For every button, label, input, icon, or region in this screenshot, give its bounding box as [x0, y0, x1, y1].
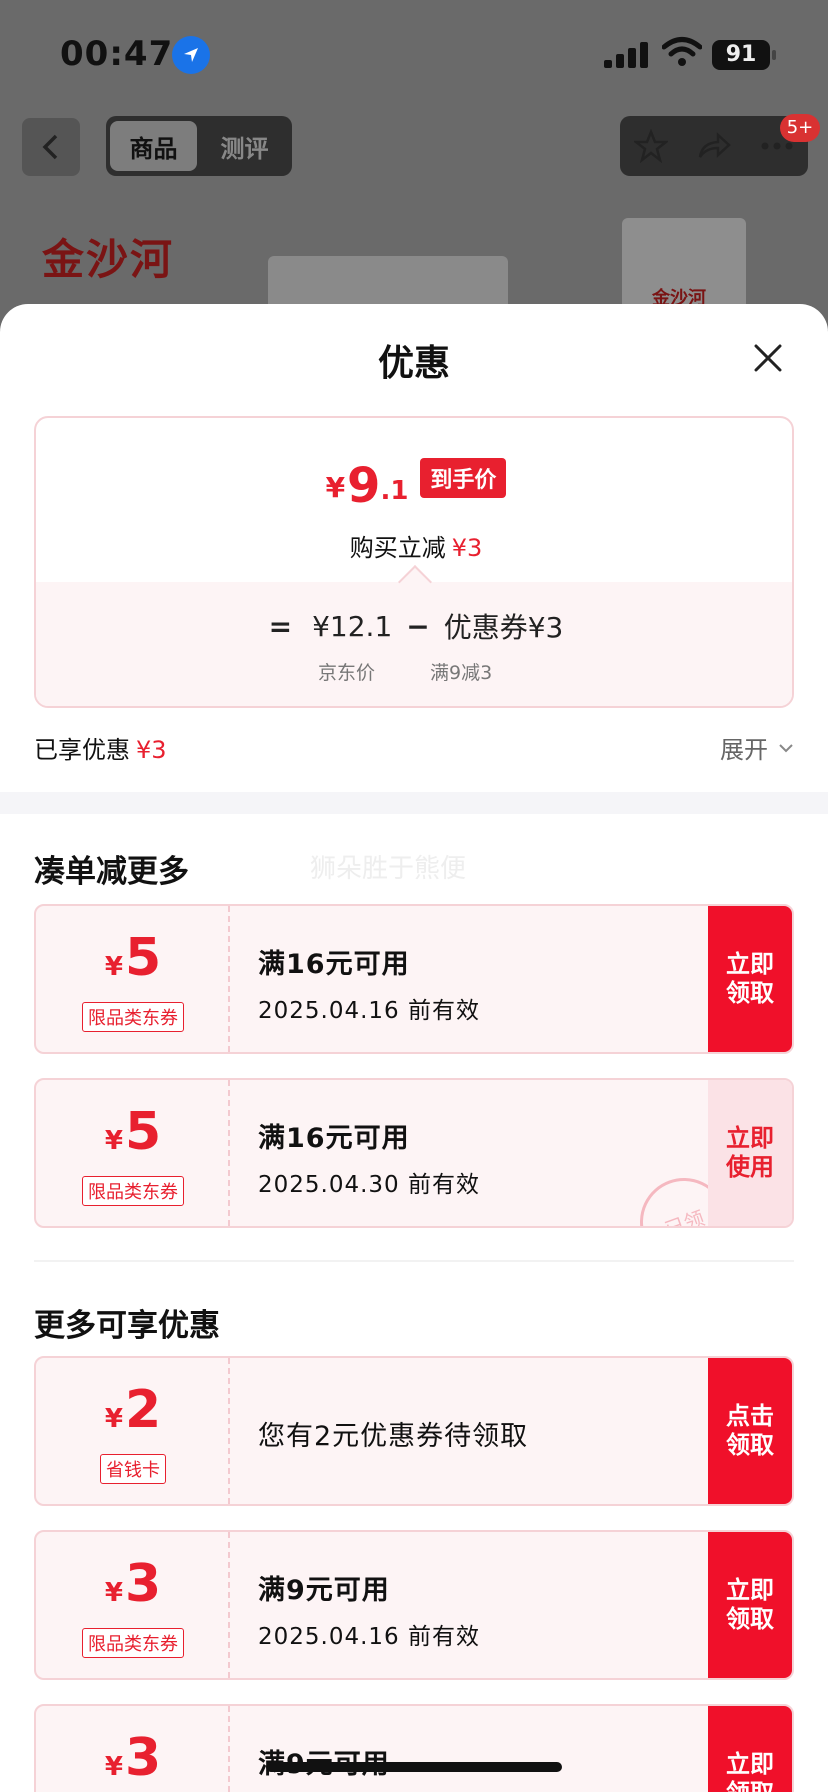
- claim-coupon-button[interactable]: 立即领取: [708, 1706, 792, 1792]
- formula-equals: =: [268, 609, 293, 643]
- coupon-value: 3: [124, 1728, 162, 1788]
- price-formula-area: = ¥12.1 − 优惠券¥3 京东价 满9减3: [36, 582, 792, 706]
- expand-label: 展开: [720, 736, 768, 764]
- jd-price: ¥12.1: [312, 609, 393, 643]
- section-title-combine: 凑单减更多: [34, 854, 189, 890]
- watermark-text: 狮朵胜于熊便: [310, 854, 467, 884]
- coupon-value-area: ¥5 限品类东券: [36, 906, 230, 1052]
- coupon-type-label: 限品类东券: [82, 1628, 184, 1658]
- more-icon[interactable]: [760, 141, 794, 151]
- tab-product[interactable]: 商品: [110, 121, 197, 171]
- discount-sheet: 优惠 ¥ 9 .1 到手价 购买立减 ¥3 = ¥12.1 − 优惠券¥3 京东价: [0, 304, 828, 1792]
- location-arrow-icon: [172, 36, 210, 74]
- coupon-value: 3: [124, 1554, 162, 1614]
- jd-price-label: 京东价: [318, 662, 376, 684]
- final-price-area: ¥ 9 .1 到手价 购买立减 ¥3: [36, 418, 792, 582]
- claim-coupon-button[interactable]: 立即领取: [708, 1532, 792, 1678]
- coupon-type: 限品类东券: [36, 1002, 230, 1032]
- formula-minus: −: [406, 609, 430, 643]
- battery-level: 91: [712, 40, 770, 70]
- price-formula: = ¥12.1 − 优惠券¥3: [36, 606, 792, 646]
- coupon-validity: 2025.04.16 前有效: [258, 998, 480, 1024]
- status-time: 00:47: [60, 34, 174, 74]
- instant-discount-label: 购买立减: [349, 534, 446, 562]
- coupon-value-area: ¥2 省钱卡: [36, 1358, 230, 1504]
- share-icon[interactable]: [696, 131, 732, 161]
- coupon-currency: ¥: [104, 1126, 123, 1156]
- enjoyed-discount-row: 已享优惠 ¥3 展开: [34, 730, 794, 770]
- close-icon[interactable]: [746, 336, 790, 380]
- coupon-condition: 满9元可用: [258, 1575, 390, 1606]
- coupon-amount: ¥3: [36, 1558, 230, 1610]
- final-price: ¥ 9 .1 到手价: [36, 458, 792, 514]
- section-title-more: 更多可享优惠: [34, 1308, 220, 1344]
- cellular-signal-icon: [604, 40, 648, 68]
- coupon-type-label: 省钱卡: [100, 1454, 166, 1484]
- coupon-value-area: ¥3 限品类东券: [36, 1532, 230, 1678]
- claim-coupon-button[interactable]: 点击领取: [708, 1358, 792, 1504]
- chevron-left-icon: [42, 134, 58, 160]
- price-decimal: .1: [380, 476, 409, 506]
- coupon-value: 5: [124, 1102, 162, 1162]
- coupon-amount: ¥2: [36, 1384, 230, 1436]
- star-icon[interactable]: [634, 129, 668, 163]
- coupon-value-area: ¥5 限品类东券: [36, 1080, 230, 1226]
- coupon-type: 限品类东券: [36, 1176, 230, 1206]
- coupon-rule-label: 满9减3: [430, 662, 493, 684]
- tab-review[interactable]: 测评: [201, 121, 288, 171]
- use-coupon-button[interactable]: 立即使用: [708, 1080, 792, 1226]
- coupon-type: 省钱卡: [36, 1454, 230, 1484]
- claim-coupon-button[interactable]: 立即领取: [708, 906, 792, 1052]
- wifi-icon: [661, 36, 703, 68]
- chevron-down-icon: [779, 743, 793, 752]
- final-price-tag: 到手价: [420, 458, 507, 498]
- coupon-details: 满16元可用 2025.04.16 前有效: [258, 942, 480, 1025]
- coupon-value: 5: [124, 928, 162, 988]
- coupon-card: ¥5 限品类东券 满16元可用 2025.04.16 前有效 立即领取: [34, 904, 794, 1054]
- coupon-currency: ¥: [104, 1752, 123, 1782]
- coupon-details: 满9元可用 2025.04.16 前有效: [258, 1568, 480, 1651]
- price-currency: ¥: [325, 471, 346, 504]
- coupon-value: 2: [124, 1380, 162, 1440]
- coupon-amount: ¥3: [36, 1732, 230, 1784]
- coupon-message: 您有2元优惠券待领取: [258, 1421, 529, 1452]
- instant-discount: 购买立减 ¥3: [36, 528, 792, 563]
- coupon-condition: 满16元可用: [258, 949, 410, 980]
- coupon-type: 限品类东券: [36, 1628, 230, 1658]
- coupon-validity: 2025.04.30 前有效: [258, 1172, 480, 1198]
- product-tabs: 商品 测评: [106, 116, 292, 176]
- coupon-details: 满16元可用 2025.04.30 前有效: [258, 1116, 480, 1199]
- coupon-currency: ¥: [104, 1404, 123, 1434]
- back-button[interactable]: [22, 118, 80, 176]
- battery-tip: [772, 50, 776, 60]
- background-product-page: 00:47 91 商品 测评 5+ 金沙河 金沙河: [0, 0, 828, 330]
- home-indicator[interactable]: [266, 1762, 562, 1772]
- price-integer: 9: [347, 458, 381, 514]
- coupon-card: ¥3 满9元可用 立即领取: [34, 1704, 794, 1792]
- coupon-card: ¥2 省钱卡 您有2元优惠券待领取 点击领取: [34, 1356, 794, 1506]
- coupon-amount: ¥5: [36, 932, 230, 984]
- coupon-condition: 满16元可用: [258, 1123, 410, 1154]
- coupon-validity: 2025.04.16 前有效: [258, 1624, 480, 1650]
- price-breakdown-card: ¥ 9 .1 到手价 购买立减 ¥3 = ¥12.1 − 优惠券¥3 京东价 满9…: [34, 416, 794, 708]
- coupon-type-label: 限品类东券: [82, 1176, 184, 1206]
- enjoyed-discount-amount: ¥3: [136, 736, 167, 764]
- coupon-type-label: 限品类东券: [82, 1002, 184, 1032]
- coupon-card: ¥3 限品类东券 满9元可用 2025.04.16 前有效 立即领取: [34, 1530, 794, 1680]
- expand-button[interactable]: 展开: [720, 730, 794, 765]
- coupon-card: ¥5 限品类东券 满16元可用 2025.04.30 前有效 已领 立即使用: [34, 1078, 794, 1228]
- coupon-deduction: 优惠券¥3: [443, 611, 564, 644]
- sheet-title: 优惠: [377, 343, 450, 384]
- enjoyed-discount-label: 已享优惠: [34, 736, 130, 764]
- brand-logo: 金沙河: [42, 235, 175, 284]
- section-separator: [34, 1260, 794, 1262]
- instant-discount-amount: ¥3: [451, 534, 483, 562]
- section-divider: [0, 792, 828, 814]
- coupon-currency: ¥: [104, 1578, 123, 1608]
- coupon-value-area: ¥3: [36, 1706, 230, 1792]
- coupon-amount: ¥5: [36, 1106, 230, 1158]
- coupon-currency: ¥: [104, 952, 123, 982]
- notification-badge: 5+: [780, 114, 820, 142]
- status-bar: 00:47 91: [0, 0, 828, 110]
